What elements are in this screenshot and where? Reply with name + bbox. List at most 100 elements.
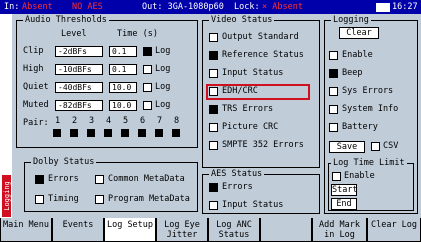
- pair-number: 8: [174, 116, 180, 126]
- program-metadata-checkbox[interactable]: [95, 195, 104, 204]
- pair-7-toggle[interactable]: [155, 129, 163, 137]
- clip-log-checkbox[interactable]: [143, 47, 152, 56]
- checkbox-label: Input Status: [222, 68, 284, 78]
- logging-side-tab[interactable]: Logging: [2, 175, 11, 217]
- group-title: Log Time Limit: [331, 158, 407, 169]
- pair-number: 7: [157, 116, 163, 126]
- clock: 16:27: [392, 2, 418, 12]
- checkbox-label: TRS Errors: [222, 104, 274, 114]
- softkey-label-line2: Status: [218, 230, 250, 240]
- checkbox-label: Errors: [222, 182, 253, 192]
- quiet-time-field[interactable]: 10.0: [109, 82, 137, 93]
- output-standard-checkbox[interactable]: [209, 33, 218, 42]
- system-info-checkbox[interactable]: [329, 105, 338, 114]
- csv-checkbox[interactable]: [371, 142, 380, 151]
- clear-button[interactable]: Clear: [339, 27, 379, 39]
- pair-4-toggle[interactable]: [104, 129, 112, 137]
- pair-5-toggle[interactable]: [121, 129, 129, 137]
- common-metadata-checkbox[interactable]: [95, 175, 104, 184]
- reference-status-checkbox[interactable]: [209, 51, 218, 60]
- battery-checkbox[interactable]: [329, 123, 338, 132]
- aes-status: NO AES: [72, 2, 103, 12]
- checkbox-label: Errors: [48, 174, 79, 184]
- softkey-events[interactable]: Events: [52, 218, 104, 242]
- logging-group: Logging Clear Enable Beep Sys Errors Sys…: [324, 15, 418, 214]
- checkbox-label: Reference Status: [222, 50, 304, 60]
- aes-errors-checkbox[interactable]: [209, 183, 218, 192]
- softkey-log-setup[interactable]: Log Setup: [104, 218, 156, 242]
- softkey-label-line2: Jitter: [166, 230, 198, 240]
- checkbox-label: Common MetaData: [108, 174, 185, 184]
- start-button[interactable]: Start: [331, 184, 358, 196]
- high-level-field[interactable]: -10dBFs: [55, 64, 103, 75]
- log-label: Log: [155, 82, 171, 92]
- checkbox-label: SMPTE 352 Errors: [222, 140, 304, 150]
- pair-6-toggle[interactable]: [138, 129, 146, 137]
- softkey-clear-log[interactable]: Clear Log: [367, 218, 421, 242]
- threshold-name: Muted: [23, 100, 49, 110]
- softkey-label: Log Setup: [106, 220, 154, 230]
- quiet-log-checkbox[interactable]: [143, 83, 152, 92]
- input-status-checkbox[interactable]: [209, 69, 218, 78]
- group-title: Logging: [331, 15, 371, 26]
- quiet-level-field[interactable]: -40dBFs: [55, 82, 103, 93]
- end-button[interactable]: End: [331, 198, 357, 210]
- checkbox-label: Beep: [342, 68, 363, 78]
- pair-label: Pair:: [23, 118, 49, 128]
- sys-errors-checkbox[interactable]: [329, 87, 338, 96]
- checkbox-label: Enable: [342, 50, 373, 60]
- muted-log-checkbox[interactable]: [143, 101, 152, 110]
- enable-logging-checkbox[interactable]: [329, 51, 338, 60]
- edh-crc-checkbox[interactable]: [209, 87, 218, 96]
- checkbox-label: Input Status: [222, 200, 284, 210]
- threshold-name: Quiet: [23, 82, 49, 92]
- pair-3-toggle[interactable]: [87, 129, 95, 137]
- high-time-field[interactable]: 0.1: [109, 64, 137, 75]
- pair-8-toggle[interactable]: [172, 129, 180, 137]
- group-title: Audio Thresholds: [23, 15, 109, 26]
- pair-number: 2: [72, 116, 78, 126]
- pair-number: 4: [106, 116, 112, 126]
- muted-level-field[interactable]: -82dBFs: [55, 100, 103, 111]
- audio-thresholds-group: Audio Thresholds Level Time (s) Clip -2d…: [16, 15, 198, 148]
- timing-checkbox[interactable]: [35, 195, 44, 204]
- clip-level-field[interactable]: -2dBFs: [55, 46, 103, 57]
- csv-label: CSV: [383, 141, 399, 151]
- softkey-main-menu[interactable]: Main Menu: [0, 218, 52, 242]
- softkey-blank[interactable]: [260, 218, 312, 242]
- checkbox-label: Battery: [342, 122, 378, 132]
- softkey-label: Add Mark: [319, 220, 360, 230]
- checkbox-label: EDH/CRC: [222, 86, 258, 96]
- lock-status: × Absent: [262, 2, 303, 12]
- softkey-label: Main Menu: [2, 220, 50, 230]
- dolby-errors-checkbox[interactable]: [35, 175, 44, 184]
- softkey-log-anc-status[interactable]: Log ANC Status: [208, 218, 260, 242]
- checkbox-label: Enable: [344, 171, 375, 181]
- muted-time-field[interactable]: 10.0: [109, 100, 137, 111]
- checkbox-label: Program MetaData: [108, 194, 190, 204]
- pair-1-toggle[interactable]: [53, 129, 61, 137]
- pair-number: 5: [123, 116, 129, 126]
- high-log-checkbox[interactable]: [143, 65, 152, 74]
- log-label: Log: [155, 64, 171, 74]
- save-button[interactable]: Save: [329, 141, 365, 153]
- input-label: In:: [4, 2, 20, 12]
- pair-number: 3: [89, 116, 95, 126]
- picture-crc-checkbox[interactable]: [209, 123, 218, 132]
- pair-2-toggle[interactable]: [70, 129, 78, 137]
- video-status-group: Video Status Output Standard Reference S…: [202, 15, 320, 168]
- clip-time-field[interactable]: 0.1: [109, 46, 137, 57]
- softkey-add-mark[interactable]: Add Mark in Log: [312, 218, 367, 242]
- pair-number: 6: [140, 116, 146, 126]
- softkey-bar: Main Menu Events Log Setup Log Eye Jitte…: [0, 218, 421, 242]
- trs-errors-checkbox[interactable]: [209, 105, 218, 114]
- log-label: Log: [155, 100, 171, 110]
- beep-checkbox[interactable]: [329, 69, 338, 78]
- smpte-352-errors-checkbox[interactable]: [209, 141, 218, 150]
- softkey-log-eye-jitter[interactable]: Log Eye Jitter: [156, 218, 208, 242]
- output-standard: Out: 3GA-1080p60: [142, 2, 224, 12]
- time-limit-enable-checkbox[interactable]: [332, 172, 341, 181]
- aes-input-status-checkbox[interactable]: [209, 201, 218, 210]
- log-time-limit-group: Log Time Limit Enable Start End: [328, 158, 414, 211]
- checkbox-label: Picture CRC: [222, 122, 279, 132]
